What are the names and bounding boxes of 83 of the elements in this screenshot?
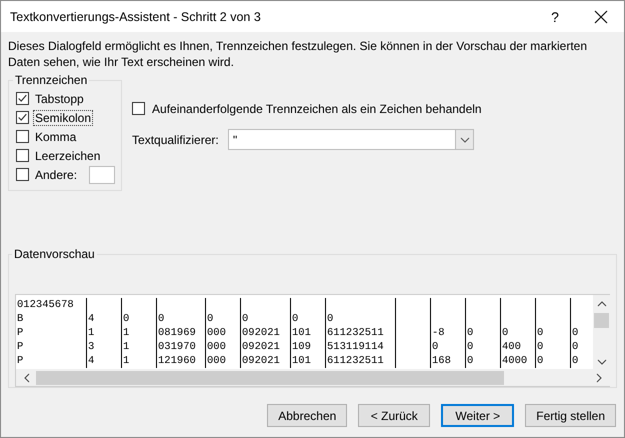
table-cell: 0 [242,313,248,325]
table-cell: 0 [207,313,214,325]
table-cell: 000 [207,341,226,353]
table-cell: -8 [432,327,445,339]
table-cell: 0 [432,341,438,353]
table-cell: 611232511 [327,327,384,339]
dialog-button[interactable]: Fertig stellen [525,404,616,427]
table-cell: 0 [537,341,544,353]
checkbox-label[interactable]: Andere: [33,166,80,182]
table-cell: 000 [207,355,226,367]
table-cell: 0 [537,355,544,367]
dialog-button[interactable]: < Zurück [358,404,430,427]
table-cell: 031970 [158,341,196,353]
checkbox-label[interactable]: Aufeinanderfolgende Trennzeichen als ein Zeichen behandeln [150,100,484,116]
table-cell: 4 [88,313,94,325]
table-cell: 092021 [242,341,280,353]
help-button[interactable]: ? [532,1,578,32]
table-cell: 0 [467,355,474,367]
checkbox[interactable] [16,149,29,162]
checkbox[interactable] [16,168,29,181]
table-cell: 1 [123,341,130,353]
table-cell: 0 [572,341,578,353]
table-cell: 081969 [158,327,196,339]
checkbox[interactable] [16,92,29,105]
table-cell: 3 [88,341,94,353]
table-cell: 0 [572,355,578,367]
dialog-button[interactable]: Weiter > [441,404,514,427]
table-cell: 4 [88,355,94,367]
table-cell: 0 [327,313,334,325]
horizontal-scrollbar[interactable] [16,369,610,386]
table-cell: 513119114 [327,341,384,353]
table-cell: 0 [537,327,544,339]
table-cell: 092021 [242,327,280,339]
other-field[interactable] [89,166,116,184]
checkbox-label[interactable]: Tabstopp [33,90,86,106]
scroll-thumb[interactable] [594,313,609,328]
chevron-up-icon [596,301,606,307]
description-text: Dieses Dialogfeld ermöglicht es Ihnen, Trennzeichen festzulegen. Sie können in der Vorschau der markierten Daten sehen, wie Ihr Text erscheinen wird. [8,38,588,70]
table-cell: 1 [123,355,130,367]
table-cell: 0 [158,313,164,325]
chevron-left-icon [24,372,30,382]
table-cell: 168 [432,355,451,367]
table-cell: 101 [292,327,311,339]
table-cell: 0 [467,341,474,353]
table-cell: 109 [292,341,311,353]
dialog-button[interactable]: Abbrechen [267,404,348,427]
table-cell: 092021 [242,355,280,367]
qualifier-dropdown[interactable]: " [228,129,474,150]
table-cell: 101 [292,355,311,367]
field-label: Textqualifizierer: [132,132,220,146]
checkbox[interactable] [16,130,29,143]
table-cell: 0 [572,327,578,339]
checkbox-label[interactable]: Komma [33,128,78,144]
table-cell: P [17,355,24,367]
chevron-down-icon [460,136,470,142]
table-cell: 0 [292,313,298,325]
group-title: Datenvorschau [13,247,96,261]
chevron-right-icon [596,372,602,382]
table-cell: 1 [88,327,94,339]
table-cell: 611232511 [327,355,384,367]
table-cell: 0 [467,327,474,339]
table-cell: 000 [207,327,226,339]
table-cell: 4000 [502,355,528,367]
table-cell: P [17,327,24,339]
close-icon [594,10,608,24]
table-cell: 0 [123,313,130,325]
group-title: Trennzeichen [14,73,88,87]
table-cell: 0 [502,327,508,339]
table-cell: 121960 [158,355,196,367]
checkmark-icon [17,92,28,105]
table-cell: 400 [502,341,521,353]
checkbox[interactable] [132,102,146,115]
scroll-thumb[interactable] [36,370,504,384]
table-cell: B [17,313,24,325]
table-cell: 1 [123,327,130,339]
checkbox[interactable] [16,111,29,124]
chevron-down-icon [596,359,606,365]
table-cell: 012345678 [17,299,74,311]
window-title: Textkonvertierungs-Assistent - Schritt 2 von 3 [10,10,262,24]
table-cell: P [17,341,24,353]
checkbox-label[interactable]: Semikolon [33,110,94,126]
checkbox-label[interactable]: Leerzeichen [33,148,102,164]
checkmark-icon [17,111,28,124]
